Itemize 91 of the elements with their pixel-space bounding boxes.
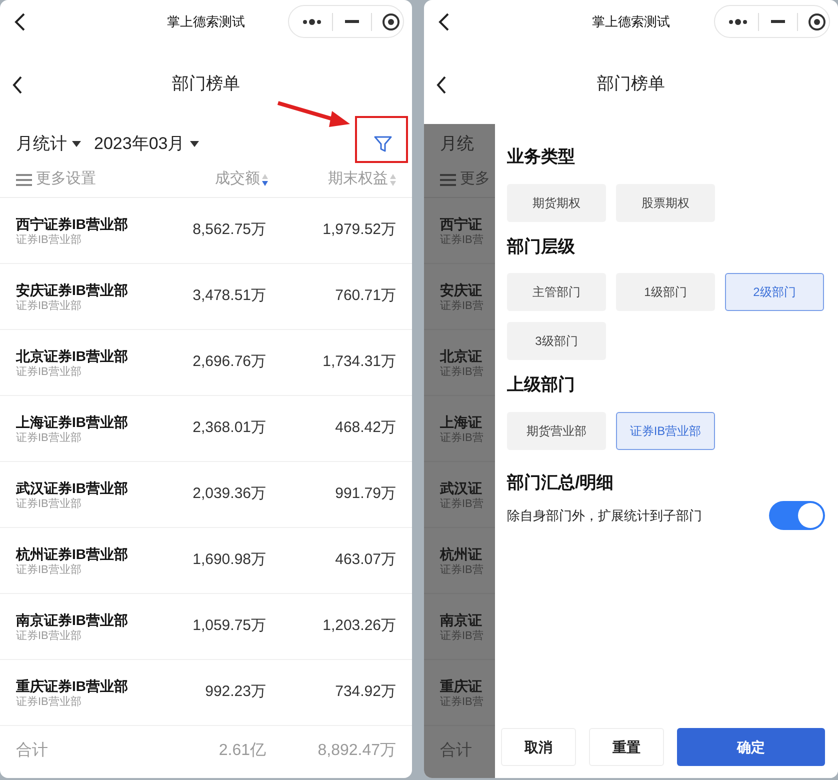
equity-cell-text: 760.71万 — [334, 286, 396, 306]
section-title: 业务类型 — [507, 146, 576, 168]
total-amount: 2.61亿 — [218, 741, 266, 761]
page-title: 部门榜单 — [172, 73, 240, 96]
amount-cell-text: 992.23万 — [204, 682, 266, 702]
department-name: 南京证券IB营业部 — [16, 610, 128, 628]
equity-cell-text: 991.79万 — [334, 484, 396, 504]
section-title: 部门汇总/明细 — [507, 472, 615, 494]
amount-cell-text: 8,562.75万 — [192, 220, 266, 240]
total-equity: 8,892.47万 — [316, 741, 396, 761]
option-button[interactable]: 2级部门 — [725, 273, 824, 311]
department-name: 西宁证 — [440, 214, 483, 232]
department-type: 证券IB营 — [440, 430, 484, 444]
department-type: 证券IB营 — [440, 364, 484, 378]
department-name: 北京证券IB营业部 — [16, 346, 128, 364]
close-icon[interactable] — [382, 12, 400, 30]
department-type: 证券IB营 — [440, 496, 484, 510]
department-type: 证券IB营业部 — [16, 496, 82, 510]
equity-cell-text: 468.42万 — [334, 418, 396, 438]
caret-icon[interactable] — [190, 141, 199, 147]
department-name: 杭州证 — [440, 544, 483, 562]
close-icon[interactable] — [808, 12, 826, 30]
department-name: 杭州证券IB营业部 — [16, 544, 128, 562]
equity-cell-text: 734.92万 — [334, 682, 396, 702]
secondary-button[interactable]: 重置 — [589, 728, 664, 766]
toggle-label: 除自身部门外，扩展统计到子部门 — [507, 506, 702, 525]
highlight-box — [355, 116, 408, 163]
back-icon[interactable] — [436, 76, 447, 94]
department-name: 西宁证券IB营业部 — [16, 214, 128, 232]
department-type: 证券IB营业部 — [16, 364, 82, 378]
department-name: 南京证 — [440, 610, 483, 628]
department-name: 安庆证券IB营业部 — [16, 280, 128, 298]
department-type: 证券IB营业部 — [16, 562, 82, 576]
more-icon[interactable] — [302, 18, 322, 24]
option-button[interactable]: 股票期权 — [616, 184, 715, 222]
department-name: 北京证 — [440, 346, 483, 364]
more-icon[interactable] — [728, 18, 748, 24]
period-label: 月统 — [440, 133, 474, 156]
equity-cell-text: 1,203.26万 — [322, 616, 396, 636]
department-type: 证券IB营 — [440, 628, 484, 642]
total-label: 合计 — [16, 740, 48, 761]
department-name: 重庆证券IB营业部 — [16, 676, 128, 694]
filter-icon[interactable] — [374, 135, 392, 153]
option-button[interactable]: 期货期权 — [507, 184, 606, 222]
department-name: 武汉证券IB营业部 — [16, 478, 128, 496]
option-button[interactable]: 证券IB营业部 — [616, 412, 715, 450]
amount-cell-text: 2,039.36万 — [192, 484, 266, 504]
department-name: 武汉证 — [440, 478, 483, 496]
back-icon[interactable] — [14, 12, 26, 32]
app-title: 掌上德索测试 — [592, 13, 670, 32]
department-type: 证券IB营 — [440, 232, 484, 246]
option-button[interactable]: 主管部门 — [507, 273, 606, 311]
option-button[interactable]: 1级部门 — [616, 273, 715, 311]
caret-icon[interactable] — [72, 141, 81, 147]
equity-cell-text: 463.07万 — [334, 550, 396, 570]
department-type: 证券IB营业部 — [16, 694, 82, 708]
amount-cell-text: 1,059.75万 — [192, 616, 266, 636]
menu-icon[interactable] — [16, 172, 32, 186]
amount-cell-text: 1,690.98万 — [192, 550, 266, 570]
equity-cell-text: 1,979.52万 — [322, 220, 396, 240]
confirm-button[interactable]: 确定 — [677, 728, 825, 766]
option-button[interactable]: 期货营业部 — [507, 412, 606, 450]
month-dropdown[interactable]: 2023年03月 — [94, 131, 199, 157]
amount-cell-text: 3,478.51万 — [192, 286, 266, 306]
department-name: 上海证 — [440, 412, 483, 430]
amount-cell-text: 2,368.01万 — [192, 418, 266, 438]
department-type: 证券IB营 — [440, 298, 484, 312]
equity-cell-text: 1,734.31万 — [322, 352, 396, 372]
secondary-button[interactable]: 取消 — [501, 728, 576, 766]
department-name: 重庆证 — [440, 676, 483, 694]
back-icon[interactable] — [438, 12, 450, 32]
department-name: 安庆证 — [440, 280, 483, 298]
department-type: 证券IB营业部 — [16, 430, 82, 444]
section-title: 部门层级 — [507, 236, 576, 258]
department-type: 证券IB营业部 — [16, 232, 82, 246]
total-label: 合计 — [439, 740, 473, 761]
amount-cell-text: 2,696.76万 — [192, 352, 266, 372]
period-dropdown[interactable]: 月统计 — [16, 131, 81, 157]
sort-icon[interactable] — [262, 174, 268, 186]
option-button[interactable]: 3级部门 — [507, 322, 606, 360]
department-type: 证券IB营 — [440, 694, 484, 708]
section-title: 上级部门 — [507, 374, 576, 396]
back-icon[interactable] — [12, 76, 23, 94]
department-type: 证券IB营业部 — [16, 628, 82, 642]
app-title: 掌上德索测试 — [167, 13, 245, 32]
toggle-switch[interactable] — [769, 501, 825, 530]
department-type: 证券IB营业部 — [16, 298, 82, 312]
page-title: 部门榜单 — [597, 73, 665, 96]
department-name: 上海证券IB营业部 — [16, 412, 128, 430]
menu-icon[interactable] — [440, 172, 456, 186]
department-type: 证券IB营 — [440, 562, 484, 576]
